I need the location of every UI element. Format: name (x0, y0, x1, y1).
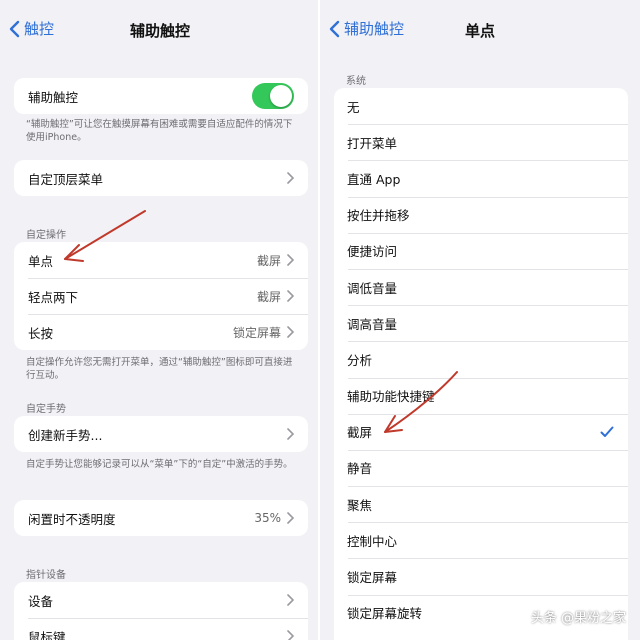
top-menu-label: 自定顶层菜单 (28, 171, 104, 187)
watermark-text: 头条 @果粉之家 (530, 611, 626, 626)
chevron-right-icon (287, 594, 294, 606)
option-row[interactable]: 辅助功能快捷键 (334, 377, 628, 414)
idle-opacity-row[interactable]: 闲置时不透明度 35% (14, 500, 308, 536)
chevron-right-icon (287, 172, 294, 184)
create-gesture-card: 创建新手势... (14, 416, 308, 452)
assistive-touch-card: 辅助触控 (14, 78, 308, 114)
top-menu-card: 自定顶层菜单 (14, 160, 308, 196)
top-menu-row[interactable]: 自定顶层菜单 (14, 160, 308, 196)
action-row-single-tap[interactable]: 单点 截屏 (14, 242, 308, 278)
action-value: 截屏 (256, 289, 281, 304)
assistive-touch-toggle[interactable] (252, 83, 294, 109)
option-row[interactable]: 截屏 (334, 413, 628, 450)
option-label: 直通 App (347, 171, 401, 187)
idle-opacity-value: 35% (254, 511, 281, 525)
option-label: 聚焦 (347, 497, 373, 513)
option-row[interactable]: 无 (334, 88, 628, 124)
chevron-right-icon (287, 630, 294, 640)
option-row[interactable]: 锁定屏幕 (334, 558, 628, 594)
action-row-long-press[interactable]: 长按 锁定屏幕 (14, 314, 308, 350)
option-row[interactable]: 调高音量 (334, 305, 628, 341)
custom-actions-card: 单点 截屏 轻点两下 截屏 长按 锁定屏幕 (14, 242, 308, 350)
left-pane: 触控 辅助触控 辅助触控 “辅助触控”可让您在触摸屏幕有困难或需要自适应配件的情… (0, 0, 320, 640)
option-label: 无 (347, 99, 360, 115)
custom-actions-header: 自定操作 (26, 230, 66, 241)
action-value: 截屏 (256, 253, 281, 268)
chevron-right-icon (287, 428, 294, 440)
pointer-devices-card: 设备 鼠标键 (14, 582, 308, 640)
pointer-row-devices[interactable]: 设备 (14, 582, 308, 618)
pointer-label: 鼠标键 (28, 629, 66, 640)
custom-gestures-header: 自定手势 (26, 404, 66, 415)
action-label: 单点 (28, 253, 54, 269)
chevron-left-icon (9, 20, 20, 37)
pointer-row-mouse-keys[interactable]: 鼠标键 (14, 618, 308, 640)
left-navbar: 触控 辅助触控 (0, 0, 320, 60)
chevron-right-icon (287, 290, 294, 302)
create-gesture-row[interactable]: 创建新手势... (14, 416, 308, 452)
option-row[interactable]: 分析 (334, 341, 628, 377)
assistive-touch-row: 辅助触控 (14, 78, 308, 114)
custom-gestures-note: 自定手势让您能够记录可以从“菜单”下的“自定”中激活的手势。 (26, 459, 293, 470)
back-button[interactable]: 触控 (8, 18, 54, 39)
option-row[interactable]: 聚焦 (334, 486, 628, 522)
idle-opacity-label: 闲置时不透明度 (28, 511, 116, 527)
assistive-touch-label: 辅助触控 (28, 89, 79, 105)
action-label: 长按 (28, 325, 54, 341)
action-options-list: 无打开菜单直通 App 按住并拖移便捷访问调低音量调高音量分析辅助功能快捷键 截屏静… (334, 88, 628, 640)
back-label: 辅助触控 (344, 20, 405, 38)
back-button[interactable]: 辅助触控 (328, 18, 404, 39)
option-label: 按住并拖移 (347, 208, 410, 224)
option-row[interactable]: 静音 (334, 449, 628, 486)
create-gesture-label: 创建新手势... (28, 427, 103, 443)
system-header: 系统 (346, 76, 366, 87)
back-label: 触控 (24, 20, 55, 38)
option-row[interactable]: 打开菜单 (334, 124, 628, 160)
action-row-double-tap[interactable]: 轻点两下 截屏 (14, 278, 308, 314)
custom-actions-note: 自定操作允许您无需打开菜单，通过“辅助触控”图标即可直接进行互动。 (26, 357, 293, 381)
assistive-touch-note: “辅助触控”可让您在触摸屏幕有困难或需要自适应配件的情况下使用iPhone。 (26, 119, 293, 143)
option-label: 分析 (347, 352, 373, 368)
action-value: 锁定屏幕 (232, 325, 281, 340)
option-label: 调低音量 (347, 280, 398, 296)
option-row[interactable]: 便捷访问 (334, 232, 628, 269)
option-label: 辅助功能快捷键 (347, 389, 435, 405)
right-pane: 辅助触控 单点 系统 无打开菜单直通 App 按住并拖移便捷访问调低音量调高音量分… (320, 0, 640, 640)
option-row[interactable]: 按住并拖移 (334, 196, 628, 233)
pointer-label: 设备 (28, 593, 54, 609)
option-label: 打开菜单 (347, 135, 398, 151)
option-label: 便捷访问 (347, 244, 398, 260)
option-label: 控制中心 (347, 533, 398, 549)
option-label: 调高音量 (347, 316, 398, 332)
idle-opacity-card: 闲置时不透明度 35% (14, 500, 308, 536)
option-label: 静音 (347, 461, 373, 477)
option-label: 截屏 (347, 425, 373, 441)
chevron-right-icon (287, 512, 294, 524)
checkmark-icon (600, 426, 614, 437)
chevron-right-icon (287, 326, 294, 338)
right-navbar: 辅助触控 单点 (320, 0, 640, 60)
chevron-left-icon (329, 20, 340, 37)
pointer-devices-header: 指针设备 (26, 570, 66, 581)
toggle-knob (270, 85, 292, 107)
option-row[interactable]: 控制中心 (334, 522, 628, 558)
option-row[interactable]: 调低音量 (334, 268, 628, 305)
watermark: 头条 @果粉之家 (531, 607, 626, 626)
chevron-right-icon (287, 254, 294, 266)
action-label: 轻点两下 (28, 289, 79, 305)
option-row[interactable]: 直通 App (334, 160, 628, 196)
option-label: 锁定屏幕 (347, 570, 398, 586)
